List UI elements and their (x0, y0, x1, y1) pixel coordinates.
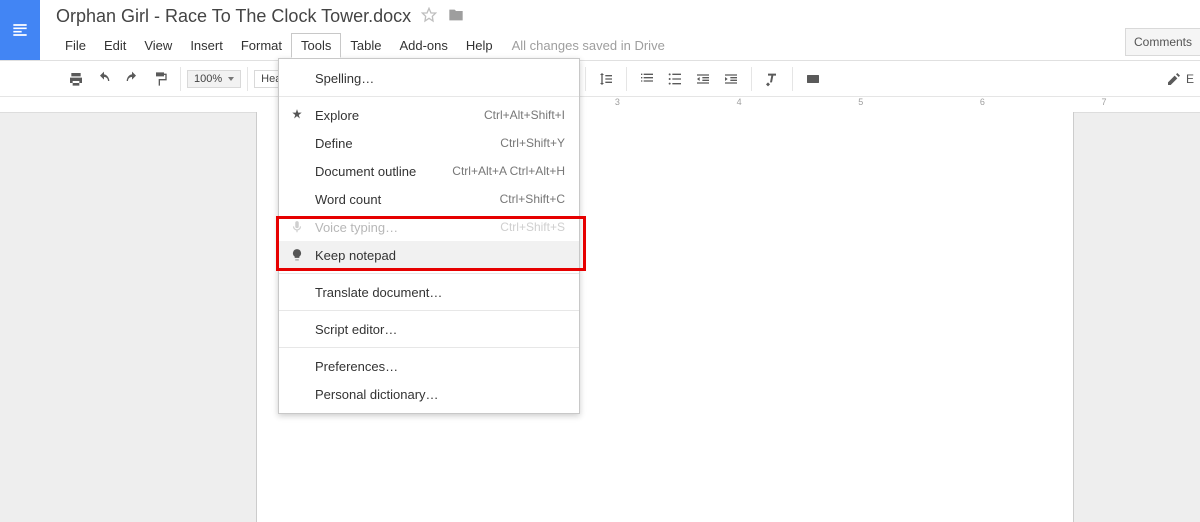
tools-voice-shortcut: Ctrl+Shift+S (500, 220, 565, 234)
clear-format-button[interactable] (760, 67, 784, 91)
tools-spelling-label: Spelling… (315, 71, 565, 86)
redo-button[interactable] (120, 67, 144, 91)
tools-outline-label: Document outline (315, 164, 442, 179)
menu-insert[interactable]: Insert (181, 34, 232, 57)
tools-translate[interactable]: Translate document… (279, 278, 579, 306)
menu-file[interactable]: File (56, 34, 95, 57)
tools-translate-label: Translate document… (315, 285, 565, 300)
numbered-list-button[interactable] (635, 67, 659, 91)
tools-define-shortcut: Ctrl+Shift+Y (500, 136, 565, 150)
blank-icon (289, 191, 305, 207)
blank-icon (289, 386, 305, 402)
tools-define-label: Define (315, 136, 490, 151)
blank-icon (289, 284, 305, 300)
tools-outline-shortcut: Ctrl+Alt+A Ctrl+Alt+H (452, 164, 565, 178)
folder-icon[interactable] (447, 7, 465, 26)
menu-separator (279, 347, 579, 348)
tools-dict-label: Personal dictionary… (315, 387, 565, 402)
ruler-tick: 7 (1102, 97, 1107, 107)
line-spacing-button[interactable] (594, 67, 618, 91)
menu-separator (279, 96, 579, 97)
increase-indent-button[interactable] (719, 67, 743, 91)
mic-icon (289, 219, 305, 235)
tools-word-count[interactable]: Word count Ctrl+Shift+C (279, 185, 579, 213)
chevron-down-icon (228, 77, 234, 81)
tools-voice-typing: Voice typing… Ctrl+Shift+S (279, 213, 579, 241)
menu-view[interactable]: View (135, 34, 181, 57)
toolbar: 100% Head U A E (0, 61, 1200, 97)
blank-icon (289, 163, 305, 179)
keep-icon (289, 247, 305, 263)
tools-menu-dropdown: Spelling… Explore Ctrl+Alt+Shift+I Defin… (278, 58, 580, 414)
docs-logo[interactable] (0, 0, 40, 60)
star-icon[interactable] (421, 7, 437, 26)
menu-edit[interactable]: Edit (95, 34, 135, 57)
menu-help[interactable]: Help (457, 34, 502, 57)
horizontal-ruler[interactable]: 1234567 (0, 97, 1200, 113)
menu-separator (279, 273, 579, 274)
ruler-tick: 4 (737, 97, 742, 107)
zoom-value: 100% (194, 73, 222, 85)
zoom-select[interactable]: 100% (187, 70, 241, 88)
tools-script-editor[interactable]: Script editor… (279, 315, 579, 343)
tools-document-outline[interactable]: Document outline Ctrl+Alt+A Ctrl+Alt+H (279, 157, 579, 185)
save-status: All changes saved in Drive (512, 38, 665, 53)
print-button[interactable] (64, 67, 88, 91)
blank-icon (289, 70, 305, 86)
explore-icon (289, 107, 305, 123)
menu-table[interactable]: Table (341, 34, 390, 57)
ruler-tick: 5 (858, 97, 863, 107)
tools-voice-label: Voice typing… (315, 220, 490, 235)
blank-icon (289, 135, 305, 151)
tools-preferences[interactable]: Preferences… (279, 352, 579, 380)
tools-prefs-label: Preferences… (315, 359, 565, 374)
menu-separator (279, 310, 579, 311)
paint-format-button[interactable] (148, 67, 172, 91)
tools-spelling[interactable]: Spelling… (279, 64, 579, 92)
tools-script-label: Script editor… (315, 322, 565, 337)
input-tools-button[interactable] (801, 67, 825, 91)
menu-format[interactable]: Format (232, 34, 291, 57)
tools-wordcount-label: Word count (315, 192, 490, 207)
tools-explore-label: Explore (315, 108, 474, 123)
tools-explore[interactable]: Explore Ctrl+Alt+Shift+I (279, 101, 579, 129)
menu-addons[interactable]: Add-ons (390, 34, 456, 57)
tools-define[interactable]: Define Ctrl+Shift+Y (279, 129, 579, 157)
decrease-indent-button[interactable] (691, 67, 715, 91)
document-canvas: 1234567 (0, 97, 1200, 522)
tools-keep-notepad[interactable]: Keep notepad (279, 241, 579, 269)
tools-keep-label: Keep notepad (315, 248, 565, 263)
editing-mode-button[interactable]: E (1166, 67, 1194, 91)
blank-icon (289, 358, 305, 374)
bulleted-list-button[interactable] (663, 67, 687, 91)
menu-tools[interactable]: Tools (291, 33, 341, 58)
document-title[interactable]: Orphan Girl - Race To The Clock Tower.do… (56, 4, 411, 29)
comments-button[interactable]: Comments (1125, 28, 1200, 56)
blank-icon (289, 321, 305, 337)
tools-wordcount-shortcut: Ctrl+Shift+C (500, 192, 565, 206)
undo-button[interactable] (92, 67, 116, 91)
ruler-tick: 6 (980, 97, 985, 107)
menubar: File Edit View Insert Format Tools Table… (56, 33, 1200, 58)
tools-explore-shortcut: Ctrl+Alt+Shift+I (484, 108, 565, 122)
tools-personal-dictionary[interactable]: Personal dictionary… (279, 380, 579, 408)
ruler-tick: 3 (615, 97, 620, 107)
